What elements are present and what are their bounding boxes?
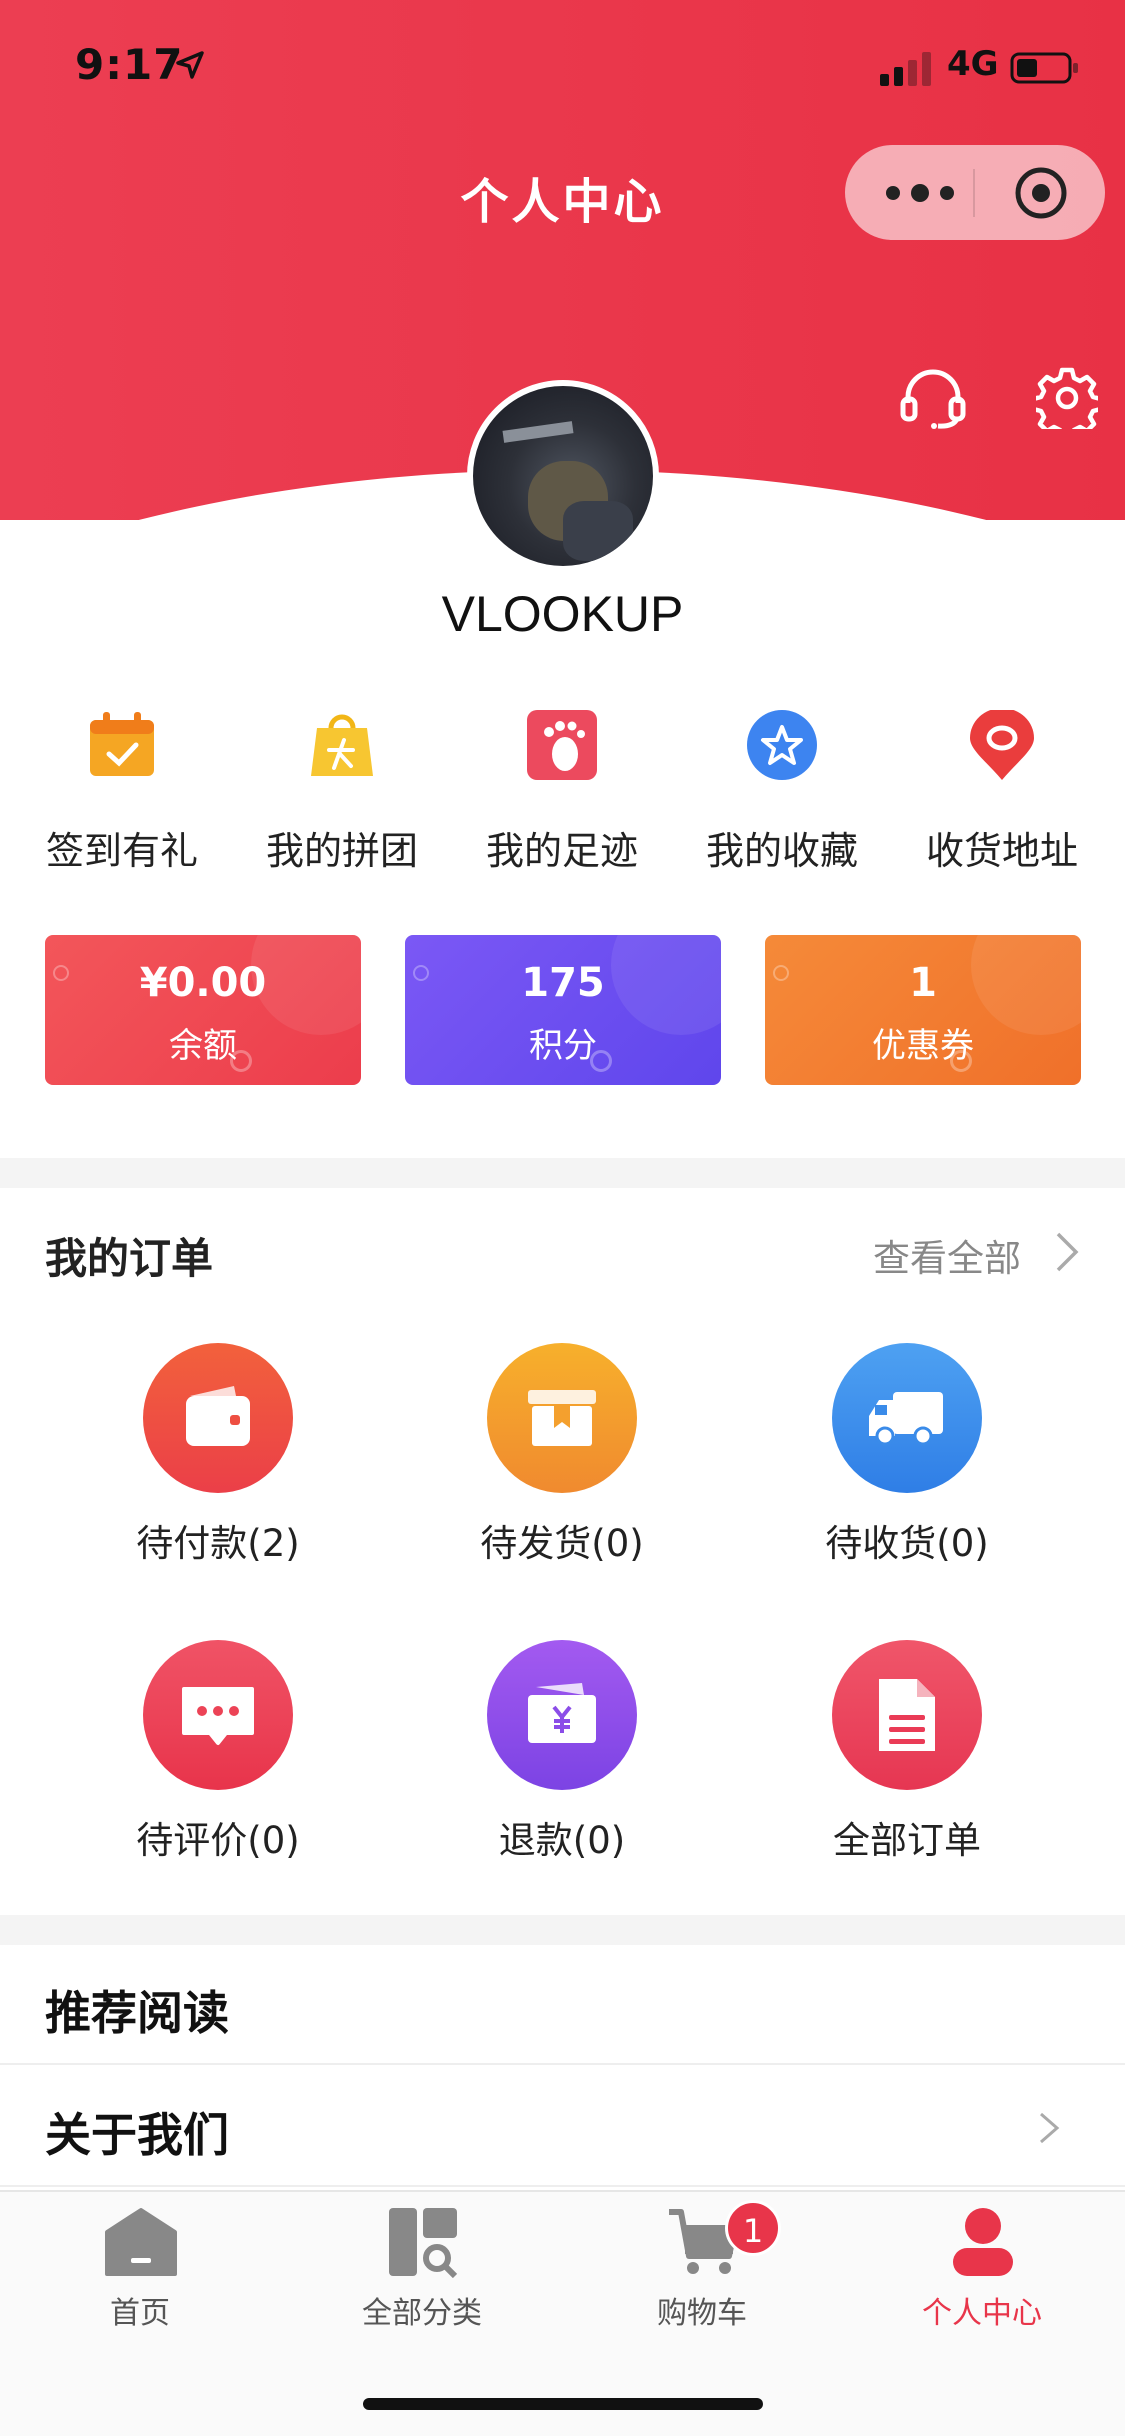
order-icon-circle bbox=[143, 1640, 293, 1790]
location-pin-icon bbox=[970, 710, 1034, 780]
order-icon-circle bbox=[487, 1343, 637, 1493]
status-bar: 9:17 4G bbox=[0, 0, 1125, 130]
avatar-photo-detail bbox=[502, 421, 574, 443]
signal-icon bbox=[880, 52, 931, 86]
menu-label: 推荐阅读 bbox=[45, 1986, 229, 2040]
points-label: 积分 bbox=[529, 1026, 597, 1066]
home-indicator[interactable] bbox=[363, 2398, 763, 2410]
battery-icon bbox=[1010, 52, 1078, 84]
order-label: 全部订单 bbox=[833, 1819, 981, 1862]
quick-link-label: 签到有礼 bbox=[45, 829, 198, 873]
cart-count-badge: 1 bbox=[725, 2200, 781, 2256]
points-value: 175 bbox=[521, 960, 605, 1006]
coupons-card[interactable]: 1 优惠券 bbox=[765, 935, 1081, 1085]
home-icon bbox=[105, 2208, 177, 2276]
category-icon bbox=[389, 2208, 458, 2278]
truck-icon bbox=[869, 1392, 943, 1446]
order-label: 待付款(2) bbox=[136, 1522, 300, 1565]
username: VLOOKUP bbox=[441, 586, 684, 642]
quick-link-label: 我的拼团 bbox=[265, 829, 418, 873]
orders-title: 我的订单 bbox=[45, 1234, 214, 1283]
points-card[interactable]: 175 积分 bbox=[405, 935, 721, 1085]
menu-recommended-reading[interactable]: 推荐阅读 bbox=[0, 1945, 1125, 2065]
balance-card[interactable]: ¥0.00 余额 bbox=[45, 935, 361, 1085]
section-divider bbox=[0, 1915, 1125, 1945]
coupons-label: 优惠券 bbox=[872, 1026, 974, 1066]
chevron-right-icon bbox=[1040, 2112, 1060, 2144]
network-type: 4G bbox=[947, 44, 999, 84]
user-icon bbox=[953, 2208, 1013, 2276]
shopping-bag-icon bbox=[311, 714, 373, 776]
tab-profile[interactable]: 个人中心 bbox=[842, 2192, 1122, 2332]
section-divider bbox=[0, 1158, 1125, 1188]
see-all-orders-link[interactable]: 查看全部 bbox=[873, 1228, 1021, 1282]
order-icon-circle bbox=[487, 1640, 637, 1790]
comment-icon bbox=[182, 1687, 254, 1745]
tab-cart[interactable]: 购物车 bbox=[562, 2192, 842, 2332]
quick-link-label: 我的足迹 bbox=[485, 829, 638, 873]
menu-about-us[interactable]: 关于我们 bbox=[0, 2067, 1125, 2187]
order-label: 待发货(0) bbox=[480, 1522, 644, 1565]
account-stats: ¥0.00 余额 175 积分 1 优惠券 bbox=[0, 935, 1125, 1085]
menu-label: 关于我们 bbox=[45, 2108, 229, 2162]
balance-value: ¥0.00 bbox=[139, 960, 267, 1006]
capsule-divider bbox=[973, 169, 975, 217]
calendar-check-icon bbox=[90, 712, 154, 776]
order-icon-circle bbox=[143, 1343, 293, 1493]
avatar-photo-detail bbox=[563, 501, 633, 561]
wallet-icon bbox=[186, 1386, 250, 1446]
status-time: 9:17 bbox=[75, 40, 184, 89]
refund-icon bbox=[528, 1683, 596, 1743]
star-favorite-icon bbox=[747, 710, 817, 780]
footprint-icon bbox=[527, 710, 597, 780]
order-label: 退款(0) bbox=[498, 1819, 626, 1862]
settings-gear-icon[interactable] bbox=[1036, 367, 1098, 429]
location-arrow-icon bbox=[176, 51, 204, 79]
box-icon bbox=[528, 1390, 596, 1446]
quick-links: 签到有礼 我的拼团 我的足迹 我的收藏 收货地址 bbox=[0, 710, 1125, 880]
customer-service-icon[interactable] bbox=[898, 367, 968, 429]
quick-link-label: 收货地址 bbox=[925, 829, 1078, 873]
tab-label: 全部分类 bbox=[362, 2296, 482, 2331]
order-label: 待收货(0) bbox=[825, 1522, 989, 1565]
close-target-icon[interactable] bbox=[1013, 165, 1069, 221]
chevron-right-icon[interactable] bbox=[1052, 1228, 1082, 1276]
tab-label: 购物车 bbox=[657, 2296, 747, 2331]
tab-categories[interactable]: 全部分类 bbox=[282, 2192, 562, 2332]
document-icon bbox=[879, 1679, 935, 1751]
order-icon-circle bbox=[832, 1343, 982, 1493]
tab-label: 首页 bbox=[110, 2296, 170, 2331]
coupons-value: 1 bbox=[909, 960, 937, 1006]
quick-link-label: 我的收藏 bbox=[705, 829, 858, 873]
order-icon-circle bbox=[832, 1640, 982, 1790]
more-icon[interactable] bbox=[885, 181, 955, 205]
mini-program-capsule bbox=[845, 145, 1105, 240]
balance-label: 余额 bbox=[169, 1026, 237, 1066]
tab-home[interactable]: 首页 bbox=[0, 2192, 280, 2332]
order-label: 待评价(0) bbox=[136, 1819, 300, 1862]
tab-label: 个人中心 bbox=[922, 2296, 1042, 2331]
avatar[interactable] bbox=[467, 380, 659, 572]
